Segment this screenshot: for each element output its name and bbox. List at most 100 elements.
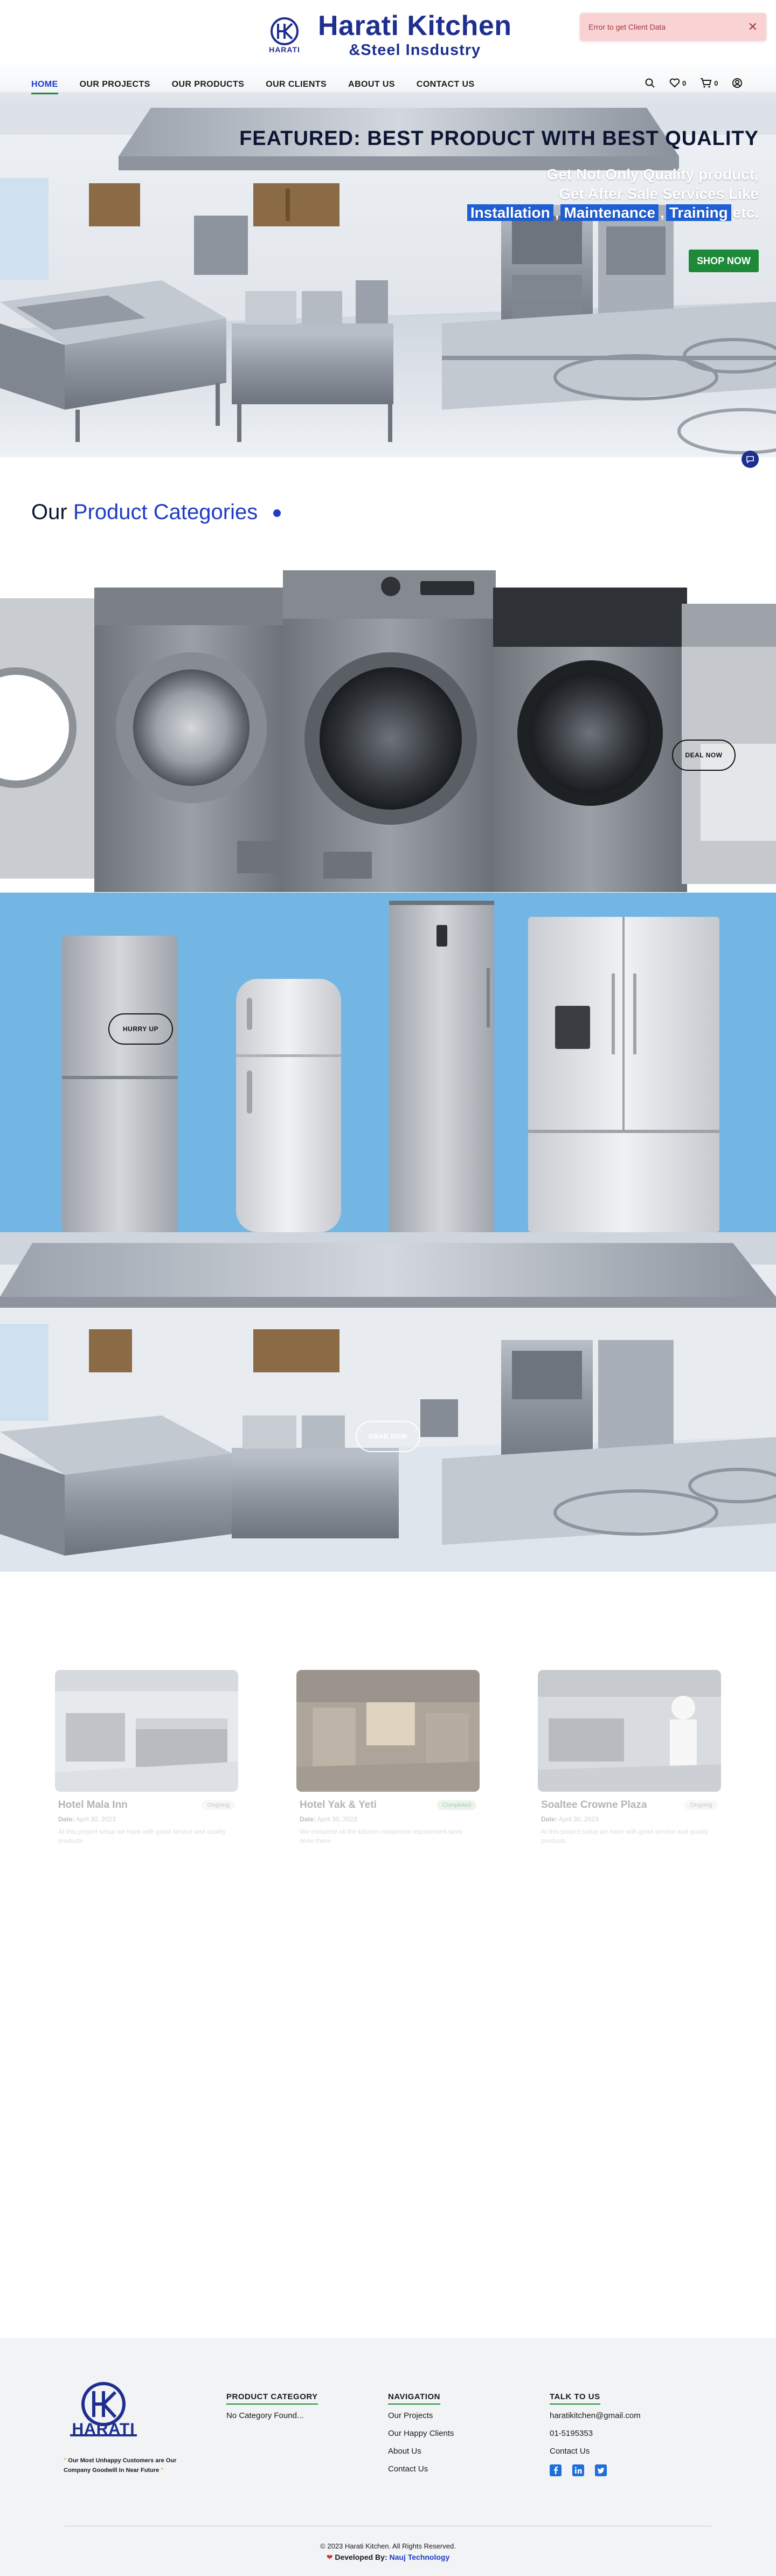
close-icon[interactable]: ✕ (748, 20, 758, 34)
date-label: Date: (58, 1815, 75, 1823)
chat-button[interactable] (742, 451, 759, 468)
footer-link-our-projects[interactable]: Our Projects (388, 2411, 454, 2420)
site-header: HARATI Harati Kitchen &Steel Insdustry E… (0, 0, 776, 102)
highlight-training: Training (666, 204, 731, 221)
copyright-text: © 2023 Harati Kitchen. All Rights Reserv… (320, 2542, 456, 2550)
date-label: Date: (300, 1815, 316, 1823)
no-category-text: No Category Found... (226, 2411, 304, 2420)
nav-contact-us[interactable]: CONTACT US (417, 80, 475, 94)
status-badge: Completed (436, 1800, 476, 1810)
chat-icon (746, 456, 754, 464)
footer-link-about-us[interactable]: About Us (388, 2447, 454, 2456)
project-image (538, 1670, 721, 1792)
project-date: Date: April 30, 2023 (538, 1815, 721, 1823)
cart-count: 0 (714, 79, 718, 87)
hero-line-1: Get Not Only Quality product, (546, 166, 759, 183)
project-image (296, 1670, 480, 1792)
project-card[interactable]: Soaltee Crowne Plaza Ongoing Date: April… (538, 1670, 721, 1846)
main-nav: HOME OUR PROJECTS OUR PRODUCTS OUR CLIEN… (31, 80, 496, 94)
footer-link-happy-clients[interactable]: Our Happy Clients (388, 2429, 454, 2438)
footer-link-contact-us[interactable]: Contact Us (388, 2464, 454, 2474)
footer-phone[interactable]: 01-5195353 (550, 2429, 641, 2438)
project-card[interactable]: Hotel Yak & Yeti Completed Date: April 3… (296, 1670, 480, 1846)
project-date: Date: April 30, 2023 (296, 1815, 480, 1823)
brand-title: Harati Kitchen (318, 10, 512, 42)
site-footer: HARATI " Our Most Unhappy Customers are … (0, 2338, 776, 2576)
footer-email[interactable]: haratikitchen@gmail.com (550, 2411, 641, 2420)
quote-close: " (161, 2467, 164, 2474)
hero-suffix: etc. (732, 204, 759, 221)
wishlist-button[interactable]: 0 (669, 78, 686, 88)
social-links (550, 2464, 641, 2476)
facebook-icon[interactable] (550, 2464, 562, 2476)
heading-prefix: Our (31, 500, 67, 524)
hero-separator: , (555, 204, 559, 221)
footer-logo-wordmark: HARATI (72, 2420, 135, 2438)
date-value: April 30, 2023 (75, 1815, 116, 1823)
shop-now-button[interactable]: SHOP NOW (689, 250, 759, 272)
footer-tagline: " Our Most Unhappy Customers are Our Com… (64, 2456, 204, 2475)
categories-heading: Our Product Categories (31, 500, 281, 524)
category-banner-kitchen-equipment[interactable]: GRAB NOW (0, 1232, 776, 1572)
nav-about-us[interactable]: ABOUT US (348, 80, 395, 94)
brand-name: Harati Kitchen &Steel Insdustry (318, 11, 512, 59)
nav-our-products[interactable]: OUR PRODUCTS (172, 80, 245, 94)
project-description: At this project setup we have with good … (541, 1828, 709, 1845)
project-title: Hotel Mala Inn (58, 1799, 128, 1811)
search-icon[interactable] (645, 78, 655, 88)
project-title: Hotel Yak & Yeti (300, 1799, 377, 1811)
heart-icon: ❤ (326, 2553, 333, 2561)
developed-by-label: Developed By: (335, 2553, 387, 2561)
cart-icon (701, 78, 712, 88)
linkedin-icon[interactable] (572, 2464, 584, 2476)
developer-link[interactable]: Nauj Technology (390, 2553, 450, 2561)
category-banner-washing-machines[interactable]: DEAL NOW (0, 550, 776, 893)
deal-now-button[interactable]: DEAL NOW (672, 740, 736, 771)
project-card[interactable]: Hotel Mala Inn Ongoing Date: April 30, 2… (55, 1670, 238, 1846)
hurry-up-button[interactable]: HURRY UP (108, 1013, 173, 1045)
hero-line-3: Installation, Maintenance, Training etc. (466, 204, 759, 222)
logo-wordmark: HARATI (269, 45, 300, 54)
twitter-icon[interactable] (595, 2464, 607, 2476)
date-value: April 30, 2023 (317, 1815, 357, 1823)
nav-our-projects[interactable]: OUR PROJECTS (80, 80, 150, 94)
footer-navigation: NAVIGATION Our Projects Our Happy Client… (388, 2392, 454, 2482)
heart-icon (669, 78, 680, 87)
nav-our-clients[interactable]: OUR CLIENTS (266, 80, 327, 94)
toast-message: Error to get Client Data (588, 23, 666, 31)
tagline-text: Our Most Unhappy Customers are Our Compa… (64, 2457, 177, 2474)
footer-heading: NAVIGATION (388, 2392, 440, 2405)
quote-open: " (64, 2457, 67, 2464)
washing-machines-image (0, 570, 776, 892)
footer-talk-to-us: TALK TO US haratikitchen@gmail.com 01-51… (550, 2392, 641, 2476)
site-logo[interactable]: HARATI Harati Kitchen &Steel Insdustry (263, 11, 512, 59)
project-description: At this project setup we have with good … (58, 1828, 226, 1845)
category-banner-refrigerators[interactable]: HURRY UP (0, 893, 776, 1232)
error-toast: Error to get Client Data ✕ (580, 13, 766, 41)
project-date: Date: April 30, 2023 (55, 1815, 238, 1823)
projects-section: Hotel Mala Inn Ongoing Date: April 30, 2… (0, 1670, 776, 1853)
grab-now-button[interactable]: GRAB NOW (356, 1421, 420, 1452)
footer-contact-link[interactable]: Contact Us (550, 2447, 641, 2456)
status-badge: Ongoing (202, 1800, 235, 1810)
cart-button[interactable]: 0 (700, 78, 718, 88)
footer-heading: TALK TO US (550, 2392, 600, 2405)
hero-separator: , (660, 204, 664, 221)
commercial-kitchen-image (0, 1232, 776, 1572)
heading-accent: Product Categories (73, 500, 258, 524)
hero-title: FEATURED: BEST PRODUCT WITH BEST QUALITY (239, 127, 759, 150)
footer-heading: PRODUCT CATEGORY (226, 2392, 318, 2405)
hk-logo-icon: HARATI (263, 16, 306, 54)
date-label: Date: (541, 1815, 558, 1823)
footer-product-category: PRODUCT CATEGORY No Category Found... (226, 2392, 318, 2420)
footer-logo[interactable]: HARATI (60, 2376, 147, 2449)
project-title: Soaltee Crowne Plaza (541, 1799, 647, 1811)
wishlist-count: 0 (682, 79, 687, 87)
project-description: We complete all the kitchen equipment re… (300, 1828, 462, 1845)
project-image (55, 1670, 238, 1792)
highlight-installation: Installation (467, 204, 553, 221)
user-icon[interactable] (732, 78, 743, 88)
nav-home[interactable]: HOME (31, 80, 58, 94)
highlight-maintenance: Maintenance (560, 204, 659, 221)
heading-dot (273, 509, 281, 517)
